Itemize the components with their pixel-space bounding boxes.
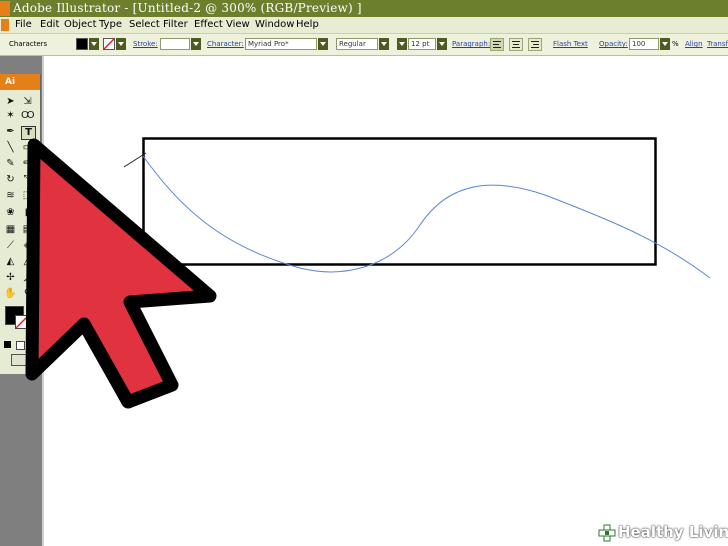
watermark-text: Healthy Living — [618, 523, 728, 541]
leaf-cross-icon — [598, 524, 616, 542]
artboard[interactable] — [0, 0, 728, 546]
pointer-arrow-icon — [25, 138, 217, 409]
curved-path[interactable] — [142, 155, 711, 279]
text-area-rectangle[interactable] — [142, 137, 657, 266]
